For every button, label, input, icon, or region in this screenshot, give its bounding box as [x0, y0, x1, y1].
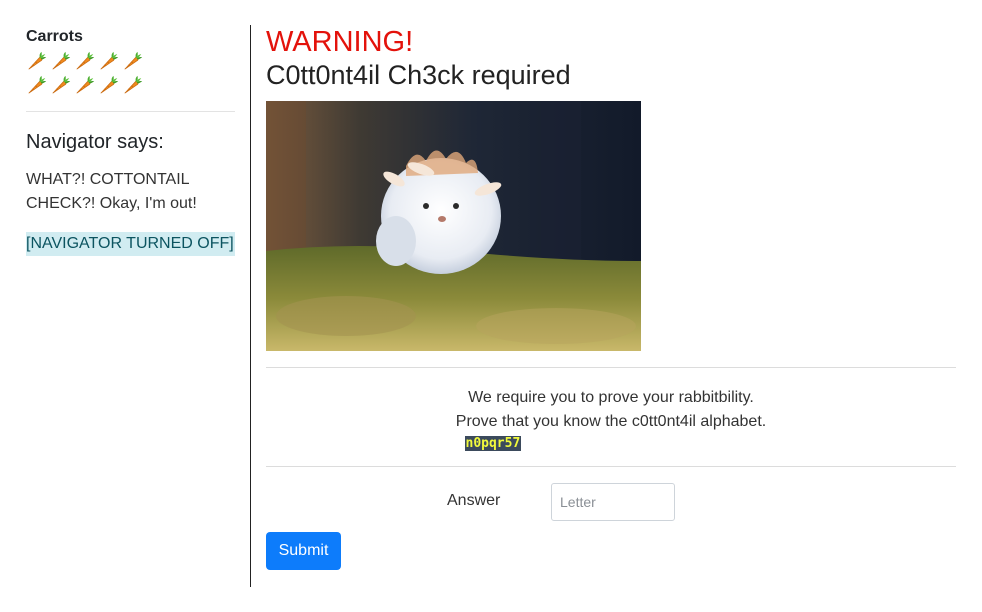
- carrot-icon: [100, 51, 119, 70]
- carrot-icon: [52, 51, 71, 70]
- carrots-title: Carrots: [26, 28, 83, 45]
- challenge-line-1: We require you to prove your rabbitbilit…: [468, 389, 754, 406]
- carrot-icon: [28, 51, 47, 70]
- navigator-message: WHAT?! COTTONTAIL CHECK?! Okay, I'm out!: [26, 171, 197, 212]
- answer-row: Answer: [266, 467, 956, 537]
- challenge-code: n0pqr57: [464, 436, 522, 451]
- vertical-divider: [250, 25, 251, 587]
- navigator-title: Navigator says:: [26, 131, 164, 153]
- carrot-grid: [26, 50, 146, 98]
- challenge-line-2: Prove that you know the c0tt0nt4il alpha…: [455, 413, 767, 430]
- bunny-photo: [266, 101, 641, 351]
- carrot-icon: [52, 75, 71, 94]
- warning-heading: WARNING!: [266, 26, 414, 58]
- carrot-icon: [100, 75, 119, 94]
- navigator-status: [NAVIGATOR TURNED OFF]: [26, 232, 235, 256]
- challenge-section: We require you to prove your rabbitbilit…: [266, 368, 956, 466]
- answer-input[interactable]: [551, 483, 675, 521]
- code-wrap: n0pqr57: [458, 434, 765, 452]
- submit-button[interactable]: Submit: [266, 532, 341, 570]
- carrot-icon: [28, 75, 47, 94]
- page-title: C0tt0nt4il Ch3ck required: [266, 60, 571, 90]
- carrot-icon: [76, 75, 95, 94]
- carrot-icon: [76, 51, 95, 70]
- sidebar: Carrots Navigator says: WHAT?! COTTONTAI…: [26, 28, 235, 256]
- answer-label: Answer: [447, 492, 501, 509]
- carrot-icon: [124, 51, 143, 70]
- carrot-icon: [124, 75, 143, 94]
- sidebar-divider: [26, 111, 235, 112]
- main-content: WARNING! C0tt0nt4il Ch3ck required We re…: [266, 25, 956, 570]
